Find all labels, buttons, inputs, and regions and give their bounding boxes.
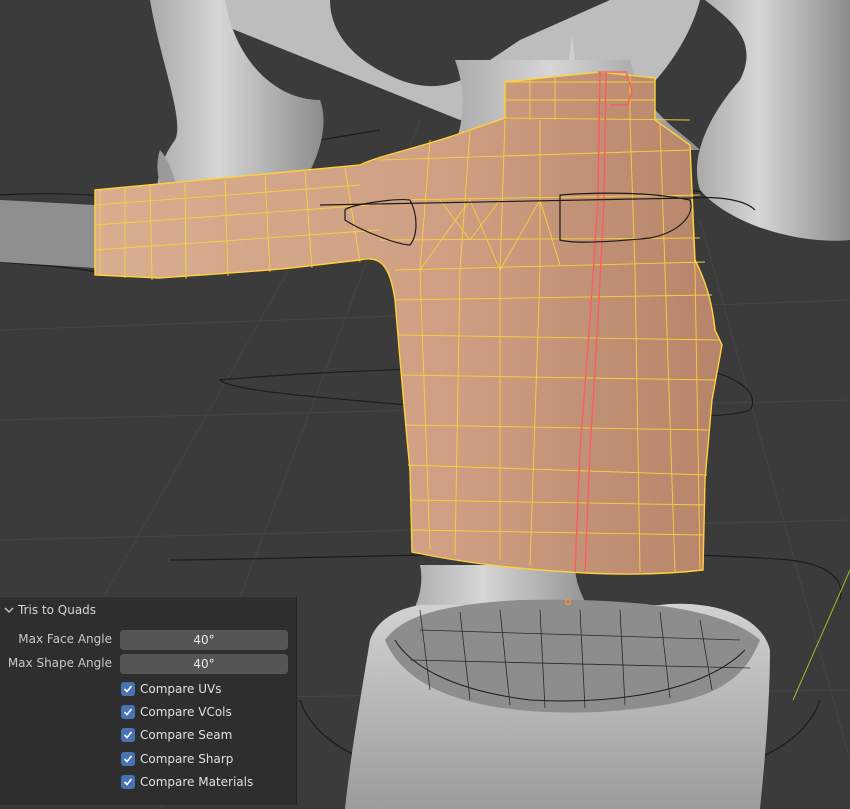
max-face-angle-field[interactable]: 40° bbox=[120, 630, 288, 650]
compare-vcols-label: Compare VCols bbox=[140, 705, 232, 719]
checkmark-icon bbox=[121, 775, 135, 789]
compare-seam-checkbox[interactable]: Compare Seam bbox=[121, 726, 232, 744]
compare-seam-label: Compare Seam bbox=[140, 728, 233, 742]
checkmark-icon bbox=[121, 752, 135, 766]
compare-materials-checkbox[interactable]: Compare Materials bbox=[121, 773, 253, 791]
checkmark-icon bbox=[121, 705, 135, 719]
max-face-angle-label: Max Face Angle bbox=[18, 632, 112, 646]
compare-sharp-label: Compare Sharp bbox=[140, 752, 234, 766]
operator-panel[interactable]: Tris to Quads Max Face Angle 40° Max Sha… bbox=[0, 596, 297, 805]
checkmark-icon bbox=[121, 728, 135, 742]
checkmark-icon bbox=[121, 682, 135, 696]
compare-sharp-checkbox[interactable]: Compare Sharp bbox=[121, 750, 233, 768]
compare-vcols-checkbox[interactable]: Compare VCols bbox=[121, 703, 232, 721]
chevron-down-icon bbox=[4, 607, 14, 613]
max-shape-angle-field[interactable]: 40° bbox=[120, 654, 288, 674]
max-shape-angle-label: Max Shape Angle bbox=[7, 656, 112, 670]
compare-materials-label: Compare Materials bbox=[140, 775, 254, 789]
compare-uvs-label: Compare UVs bbox=[140, 682, 222, 696]
max-face-angle-row: Max Face Angle 40° bbox=[0, 629, 296, 651]
compare-uvs-checkbox[interactable]: Compare UVs bbox=[121, 680, 222, 698]
max-shape-angle-row: Max Shape Angle 40° bbox=[0, 653, 296, 675]
operator-panel-title: Tris to Quads bbox=[18, 603, 97, 617]
operator-panel-header[interactable]: Tris to Quads bbox=[4, 601, 96, 619]
